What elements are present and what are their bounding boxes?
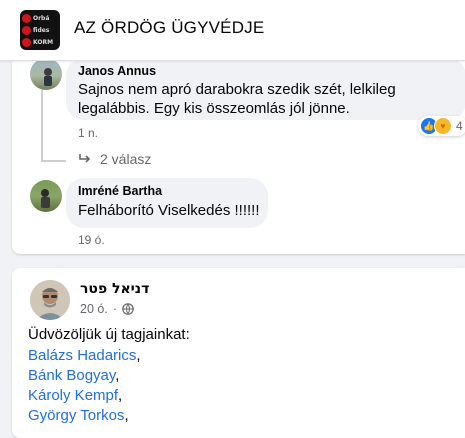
reply-arrow-icon	[79, 154, 91, 163]
comment-text: Sajnos nem apró darabokra szedik szét, l…	[78, 81, 396, 98]
member-link[interactable]: Bánk Bogyay	[28, 367, 115, 384]
comment-author[interactable]: Janos Annus	[78, 64, 156, 78]
comment-timestamp[interactable]: 1 n.	[78, 126, 98, 140]
thumb-row-text: KORM	[33, 39, 54, 46]
group-title[interactable]: AZ ÖRDÖG ÜGYVÉDJE	[74, 18, 264, 38]
red-dot-icon	[22, 14, 31, 23]
globe-icon[interactable]	[122, 303, 134, 315]
member-link[interactable]: Károly Kempf	[28, 387, 118, 404]
post-meta: 20 ó. ·	[80, 302, 134, 316]
list-comma: ,	[124, 407, 129, 424]
post-author[interactable]: דניאל פטר	[80, 281, 149, 297]
person-silhouette-icon	[44, 68, 52, 86]
post-timestamp[interactable]: 20 ó.	[80, 302, 108, 316]
member-link[interactable]: Balázs Hadarics	[28, 347, 136, 364]
list-comma: ,	[118, 387, 123, 404]
replies-count-label: 2 válasz	[100, 151, 152, 167]
view-replies-link[interactable]: 2 válasz	[78, 151, 151, 167]
avatar[interactable]	[30, 58, 62, 90]
comments-card: Janos Annus Sajnos nem apró darabokra sz…	[12, 56, 465, 254]
thumb-row-text: fides	[33, 27, 50, 34]
comment-bubble: Janos Annus Sajnos nem apró darabokra sz…	[66, 58, 465, 120]
reaction-count: 4	[456, 119, 463, 133]
comment-timestamp[interactable]: 19 ó.	[78, 233, 105, 247]
member-link-row: Bánk Bogyay,	[28, 367, 119, 384]
post-greeting: Üdvözöljük új tagjainkat:	[28, 326, 190, 343]
list-comma: ,	[115, 367, 120, 384]
comment-text: legalábbis. Egy kis összeomlás jól jönne…	[78, 100, 350, 117]
member-link-row: Károly Kempf,	[28, 387, 122, 404]
comment-bubble: Imréné Bartha Felháborító Viselkedés !!!…	[66, 178, 268, 228]
thumb-row-text: Orbá	[33, 15, 50, 22]
group-header: Orbá fides KORM AZ ÖRDÖG ÜGYVÉDJE	[0, 0, 465, 61]
separator-dot: ·	[112, 302, 117, 316]
avatar[interactable]	[30, 180, 62, 212]
member-link-row: György Torkos,	[28, 407, 129, 424]
list-comma: ,	[136, 347, 141, 364]
comment-text: Felháborító Viselkedés !!!!!!	[78, 202, 260, 219]
thumb-row: KORM	[22, 37, 53, 48]
member-link[interactable]: György Torkos	[28, 407, 124, 424]
group-thumbnail[interactable]: Orbá fides KORM	[20, 10, 60, 50]
thumb-row: fides	[22, 25, 49, 36]
person-photo-icon	[30, 280, 70, 320]
red-dot-icon	[22, 38, 31, 47]
reaction-summary[interactable]: 👍 ♥ 4	[418, 116, 465, 136]
care-reaction-icon: ♥	[434, 117, 452, 135]
member-link-row: Balázs Hadarics,	[28, 347, 141, 364]
thumb-row: Orbá	[22, 13, 49, 24]
person-silhouette-icon	[41, 189, 50, 208]
post-card: דניאל פטר 20 ó. · Üdvözöljük új tagjaink…	[12, 268, 465, 438]
red-dot-icon	[22, 26, 31, 35]
author-avatar[interactable]	[30, 280, 70, 320]
thread-connector	[41, 160, 66, 162]
comment-author[interactable]: Imréné Bartha	[78, 184, 162, 198]
